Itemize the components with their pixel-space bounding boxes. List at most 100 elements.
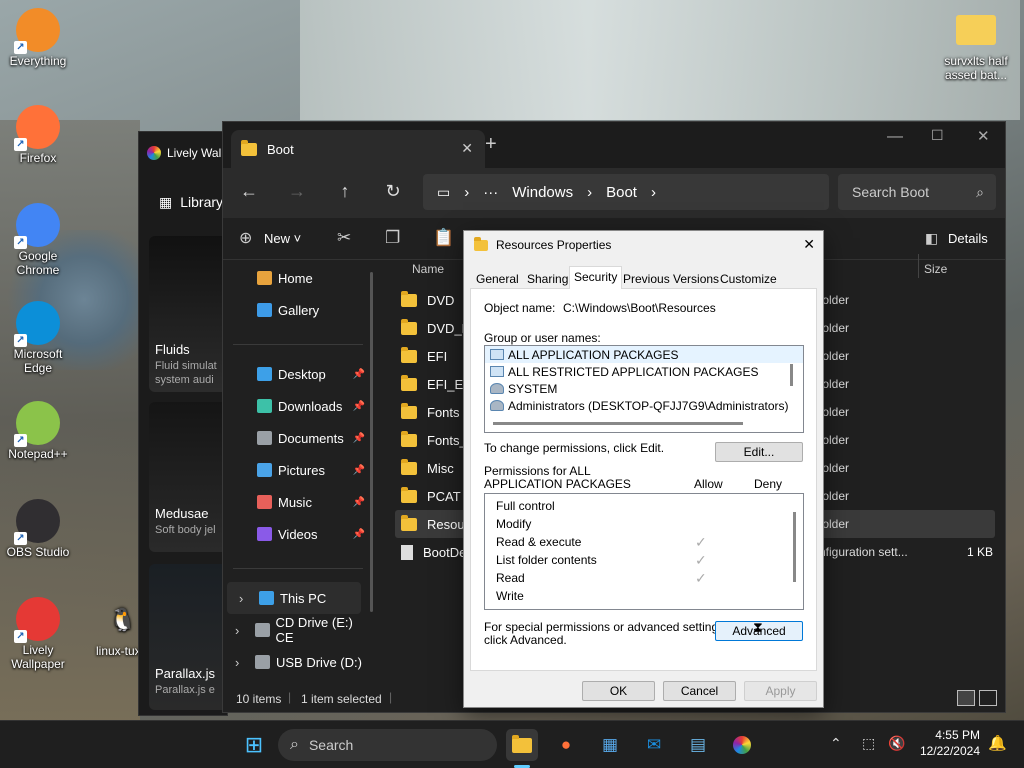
taskbar-search[interactable]: ⌕ Search: [278, 729, 497, 761]
address-bar[interactable]: ▭ › ··· Windows › Boot ›: [423, 174, 829, 210]
refresh-icon[interactable]: ↻: [381, 181, 405, 202]
folder-icon: [401, 514, 417, 531]
tiles-view-icon[interactable]: [979, 690, 997, 706]
group-item[interactable]: SYSTEM: [485, 380, 803, 397]
dialog-close-icon[interactable]: ✕: [803, 236, 815, 253]
sidebar-item-videos[interactable]: Videos 📌: [223, 518, 373, 550]
explorer-titlebar[interactable]: Boot ✕ + — ☐ ✕: [223, 122, 1005, 168]
cancel-button[interactable]: Cancel: [663, 681, 736, 701]
back-icon[interactable]: ←: [237, 181, 261, 202]
store-taskbar-icon[interactable]: ▦: [594, 729, 626, 761]
desktop-icon-label: Google Chrome: [16, 249, 60, 277]
sidebar-item-cd-drive-e-ce[interactable]: › CD Drive (E:) CE: [223, 614, 373, 646]
edit-button[interactable]: Edit...: [715, 442, 803, 462]
chevron-up-icon[interactable]: ⌃: [830, 735, 842, 752]
outlook-taskbar-icon[interactable]: ✉: [638, 729, 670, 761]
cut-icon[interactable]: ✂: [337, 228, 351, 248]
column-header-name[interactable]: Name: [412, 262, 444, 276]
minimize-icon[interactable]: —: [887, 128, 903, 146]
column-header-size[interactable]: Size: [924, 262, 947, 276]
permissions-list[interactable]: Full control Modify Read & execute ✓ List fo…: [484, 493, 804, 610]
sidebar-item-desktop[interactable]: Desktop 📌: [223, 358, 373, 390]
home-icon: [257, 271, 272, 285]
copy-icon[interactable]: ❐: [385, 228, 400, 248]
new-button[interactable]: New ˅: [264, 231, 301, 246]
lively-card-parallax[interactable]: Parallax.js Parallax.js e: [149, 564, 229, 710]
close-window-icon[interactable]: ✕: [977, 127, 990, 145]
close-tab-icon[interactable]: ✕: [461, 140, 473, 157]
sidebar-item-downloads[interactable]: Downloads 📌: [223, 390, 373, 422]
paste-icon[interactable]: 📋: [433, 228, 454, 248]
tab-general[interactable]: General: [472, 269, 523, 289]
group-list-scrollbar[interactable]: [790, 364, 793, 386]
new-icon[interactable]: ⊕: [239, 228, 252, 248]
sidebar-item-gallery[interactable]: Gallery: [223, 294, 373, 326]
tab-previous-versions[interactable]: Previous Versions: [619, 269, 723, 289]
sidebar-item-label: Desktop: [278, 366, 326, 382]
desktop-icon-folder[interactable]: survxlts half assed bat...: [940, 8, 1012, 82]
file-explorer-taskbar-icon[interactable]: [506, 729, 538, 761]
chevron-right-icon[interactable]: ›: [235, 655, 249, 670]
apply-button[interactable]: Apply: [744, 681, 817, 701]
group-item[interactable]: ALL RESTRICTED APPLICATION PACKAGES: [485, 363, 803, 380]
usb-icon: [255, 655, 270, 669]
notepad-taskbar-icon[interactable]: ▤: [682, 729, 714, 761]
details-button[interactable]: Details: [948, 231, 988, 246]
breadcrumb-boot[interactable]: Boot: [606, 184, 637, 201]
chevron-right-icon[interactable]: ›: [239, 591, 253, 606]
new-tab-icon[interactable]: +: [485, 133, 497, 156]
explorer-tab[interactable]: Boot ✕: [231, 130, 485, 168]
library-icon: ▦: [159, 194, 173, 210]
firefox-taskbar-icon[interactable]: ●: [550, 729, 582, 761]
properties-dialog[interactable]: Resources Properties ✕ General Sharing Sec…: [463, 230, 824, 708]
group-item[interactable]: Administrators (DESKTOP-QFJJ7G9\Administ…: [485, 397, 803, 414]
lively-taskbar-icon[interactable]: [726, 729, 758, 761]
sidebar-item-label: Pictures: [278, 462, 325, 478]
group-item[interactable]: ALL APPLICATION PACKAGES: [485, 346, 803, 363]
maximize-icon[interactable]: ☐: [931, 127, 944, 144]
desktop-icon-firefox[interactable]: ↗ Firefox: [3, 105, 73, 165]
explorer-navbar: ← → ↑ ↻ ▭ › ··· Windows › Boot › Search …: [223, 168, 1005, 218]
sidebar-item-usb-drive-d[interactable]: › USB Drive (D:): [223, 646, 373, 678]
sidebar-item-documents[interactable]: Documents 📌: [223, 422, 373, 454]
permission-row: Read & execute ✓: [485, 533, 803, 551]
lively-card-medusae[interactable]: Medusae Soft body jel: [149, 402, 229, 552]
desktop-icon-lively[interactable]: ↗ Lively Wallpaper: [3, 597, 73, 671]
sidebar-item-pictures[interactable]: Pictures 📌: [223, 454, 373, 486]
sidebar-item-home[interactable]: Home: [223, 262, 373, 294]
desktop-icon-obs[interactable]: ↗ OBS Studio: [3, 499, 73, 559]
tab-sharing[interactable]: Sharing: [523, 269, 572, 289]
details-view-icon[interactable]: [957, 690, 975, 706]
desktop-icon-everything[interactable]: ↗ Everything: [3, 8, 73, 68]
permissions-scrollbar[interactable]: [793, 512, 796, 582]
search-icon: ⌕: [290, 736, 299, 753]
ok-button[interactable]: OK: [582, 681, 655, 701]
lively-library-tab[interactable]: ▦ Library: [159, 194, 223, 211]
desktop-icon-chrome[interactable]: ↗ Google Chrome: [3, 203, 73, 277]
breadcrumb-windows[interactable]: Windows: [512, 184, 573, 201]
permission-row: Read ✓: [485, 569, 803, 587]
group-list[interactable]: ALL APPLICATION PACKAGES ALL RESTRICTED A…: [484, 345, 804, 433]
start-icon[interactable]: ⊞: [238, 729, 270, 761]
network-icon[interactable]: ⬚: [862, 735, 875, 752]
chevron-right-icon[interactable]: ›: [235, 623, 249, 638]
sidebar-item-music[interactable]: Music 📌: [223, 486, 373, 518]
ellipsis-icon[interactable]: ···: [483, 184, 498, 201]
volume-mute-icon[interactable]: 🔇: [888, 735, 905, 752]
lively-card-fluids[interactable]: Fluids Fluid simulat system audi: [149, 236, 229, 392]
sidebar-item-this-pc[interactable]: › This PC: [227, 582, 361, 614]
group-list-hscrollbar[interactable]: [493, 422, 743, 425]
sidebar-scrollbar[interactable]: [370, 272, 373, 612]
search-input[interactable]: Search Boot ⌕: [838, 174, 996, 210]
details-pane-icon[interactable]: ◧: [925, 230, 938, 247]
desktop-icon-notepadpp[interactable]: ↗ Notepad++: [3, 401, 73, 461]
desktop-icon-edge[interactable]: ↗ Microsoft Edge: [3, 301, 73, 375]
notification-bell-icon[interactable]: 🔔: [988, 734, 1007, 752]
allow-header: Allow: [694, 477, 723, 491]
lively-window[interactable]: Lively Wall ▦ Library Fluids Fluid simula…: [138, 131, 229, 716]
tab-customize[interactable]: Customize: [716, 269, 781, 289]
tab-security[interactable]: Security: [569, 266, 623, 289]
forward-icon[interactable]: →: [285, 181, 309, 202]
clock[interactable]: 4:55 PM 12/22/2024: [918, 728, 980, 758]
up-icon[interactable]: ↑: [333, 181, 357, 202]
